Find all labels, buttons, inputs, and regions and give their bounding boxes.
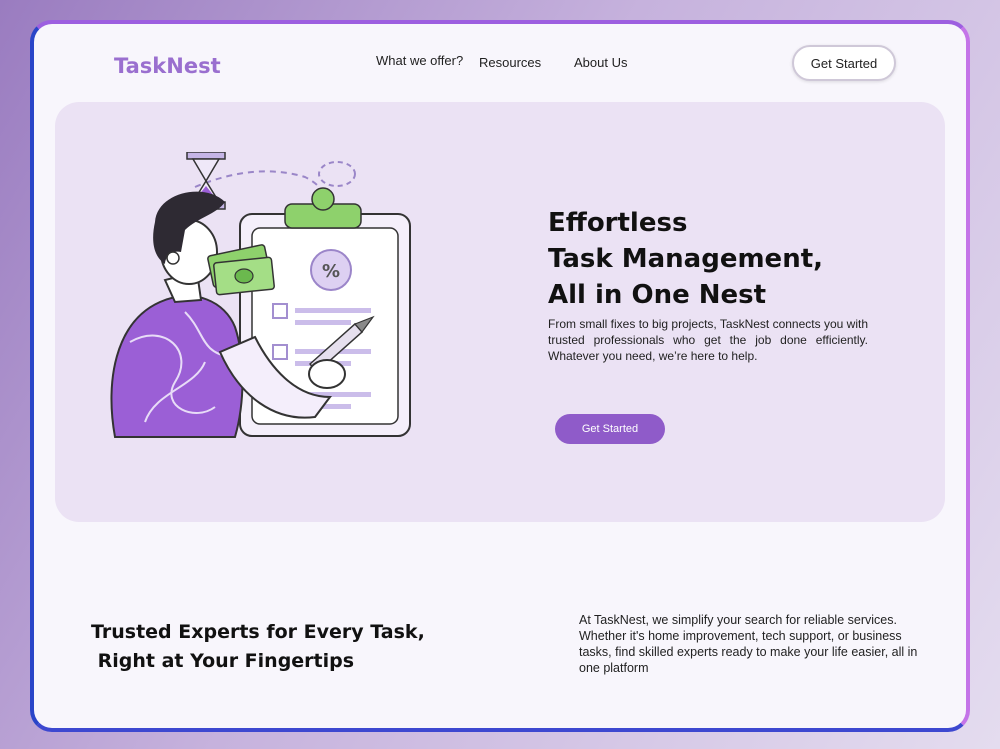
section-title: Trusted Experts for Every Task, Right at… <box>91 618 425 676</box>
hero-title-line: All in One Nest <box>548 280 767 310</box>
section-title-line: Right at Your Fingertips <box>91 650 355 672</box>
nav-item-about-us[interactable]: About Us <box>574 55 627 70</box>
hero-description: From small fixes to big projects, TaskNe… <box>548 317 868 363</box>
hero-title-line: Task Management, <box>548 244 824 274</box>
get-started-nav-button[interactable]: Get Started <box>792 45 896 81</box>
section-title-line: Trusted Experts for Every Task, <box>91 621 425 643</box>
page-frame: TaskNest What we offer? Resources About … <box>30 20 970 732</box>
nav-item-what-we-offer[interactable]: What we offer? <box>376 53 463 68</box>
percent-icon: % <box>310 249 352 291</box>
hero-title: Effortless Task Management, All in One N… <box>548 205 823 313</box>
get-started-hero-button[interactable]: Get Started <box>555 414 665 444</box>
hero-illustration: % <box>110 152 411 438</box>
hero-title-line: Effortless <box>548 208 688 238</box>
section-description: At TaskNest, we simplify your search for… <box>579 613 918 675</box>
brand-logo[interactable]: TaskNest <box>114 54 221 78</box>
hero-section: % Effortless Task Management, All in One… <box>55 102 945 522</box>
svg-text:%: % <box>322 261 340 282</box>
nav-item-resources[interactable]: Resources <box>479 55 541 70</box>
